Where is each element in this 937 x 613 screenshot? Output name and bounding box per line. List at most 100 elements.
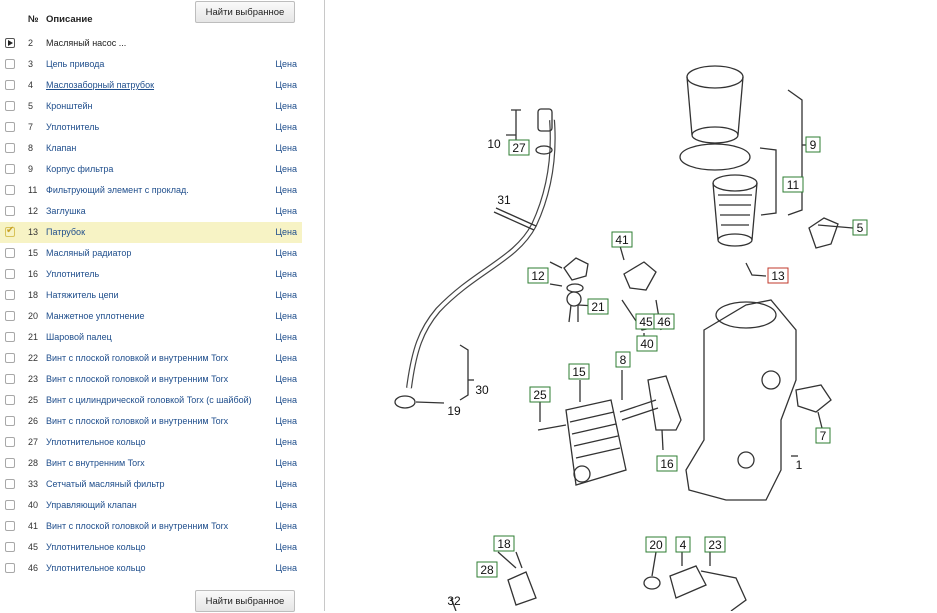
row-description-link[interactable]: Винт с внутренним Torx <box>46 458 145 468</box>
table-row[interactable]: 27 Уплотнительное кольцо Цена <box>0 432 302 453</box>
row-description-link[interactable]: Кронштейн <box>46 101 92 111</box>
row-price-link[interactable]: Цена <box>275 332 297 342</box>
row-checkbox[interactable] <box>5 290 15 300</box>
row-price-link[interactable]: Цена <box>275 500 297 510</box>
row-checkbox[interactable] <box>5 395 15 405</box>
row-checkbox[interactable] <box>5 458 15 468</box>
callout-number[interactable]: 40 <box>640 337 654 351</box>
callout-number[interactable]: 18 <box>497 537 511 551</box>
callout-number[interactable]: 32 <box>447 594 461 608</box>
row-price-link[interactable]: Цена <box>275 479 297 489</box>
table-row[interactable]: 15 Масляный радиатор Цена <box>0 243 302 264</box>
table-row[interactable]: 46 Уплотнительное кольцо Цена <box>0 558 302 579</box>
row-description-link[interactable]: Винт с плоской головкой и внутренним Tor… <box>46 374 228 384</box>
row-checkbox[interactable] <box>5 59 15 69</box>
row-description-link[interactable]: Цепь привода <box>46 59 104 69</box>
callout-number[interactable]: 28 <box>480 563 494 577</box>
row-description-link[interactable]: Маслозаборный патрубок <box>46 80 154 90</box>
row-checkbox[interactable] <box>5 479 15 489</box>
row-description-link[interactable]: Шаровой палец <box>46 332 112 342</box>
row-checkbox[interactable] <box>5 122 15 132</box>
row-checkbox[interactable] <box>5 101 15 111</box>
row-price-link[interactable]: Цена <box>275 542 297 552</box>
row-description-link[interactable]: Уплотнительное кольцо <box>46 437 145 447</box>
row-price-link[interactable]: Цена <box>275 80 297 90</box>
row-price-link[interactable]: Цена <box>275 416 297 426</box>
callout-number[interactable]: 23 <box>708 538 722 552</box>
callout-number[interactable]: 41 <box>615 233 629 247</box>
table-row[interactable]: 8 Клапан Цена <box>0 138 302 159</box>
row-price-link[interactable]: Цена <box>275 458 297 468</box>
callout-number[interactable]: 1 <box>796 458 803 472</box>
callout-number[interactable]: 7 <box>820 429 827 443</box>
row-description-link[interactable]: Фильтрующий элемент с проклад. <box>46 185 189 195</box>
table-row[interactable]: 12 Заглушка Цена <box>0 201 302 222</box>
row-price-link[interactable]: Цена <box>275 206 297 216</box>
row-price-link[interactable]: Цена <box>275 353 297 363</box>
row-description-link[interactable]: Патрубок <box>46 227 85 237</box>
row-checkbox[interactable] <box>5 563 15 573</box>
row-description-link[interactable]: Винт с плоской головкой и внутренним Tor… <box>46 353 228 363</box>
row-description-link[interactable]: Управляющий клапан <box>46 500 137 510</box>
row-checkbox[interactable] <box>5 206 15 216</box>
table-row[interactable]: 5 Кронштейн Цена <box>0 96 302 117</box>
row-price-link[interactable]: Цена <box>275 248 297 258</box>
row-checkbox[interactable] <box>5 164 15 174</box>
table-row[interactable]: 40 Управляющий клапан Цена <box>0 495 302 516</box>
row-price-link[interactable]: Цена <box>275 185 297 195</box>
row-checkbox[interactable] <box>5 500 15 510</box>
row-description-link[interactable]: Уплотнительное кольцо <box>46 542 145 552</box>
table-row[interactable]: 41 Винт с плоской головкой и внутренним T… <box>0 516 302 537</box>
row-checkbox[interactable] <box>5 185 15 195</box>
row-price-link[interactable]: Цена <box>275 269 297 279</box>
row-description-link[interactable]: Заглушка <box>46 206 86 216</box>
row-checkbox[interactable] <box>5 542 15 552</box>
table-row[interactable]: 7 Уплотнитель Цена <box>0 117 302 138</box>
table-row[interactable]: 11 Фильтрующий элемент с проклад. Цена <box>0 180 302 201</box>
row-description-link[interactable]: Уплотнительное кольцо <box>46 563 145 573</box>
row-description-link[interactable]: Винт с цилиндрической головкой Torx (с ш… <box>46 395 252 405</box>
row-checkbox[interactable] <box>5 143 15 153</box>
table-row[interactable]: 4 Маслозаборный патрубок Цена <box>0 75 302 96</box>
table-row[interactable]: 9 Корпус фильтра Цена <box>0 159 302 180</box>
callout-number[interactable]: 8 <box>620 353 627 367</box>
row-price-link[interactable]: Цена <box>275 437 297 447</box>
callout-number[interactable]: 19 <box>447 404 461 418</box>
callout-number[interactable]: 20 <box>649 538 663 552</box>
row-checkbox[interactable] <box>5 269 15 279</box>
callout-number[interactable]: 31 <box>497 193 511 207</box>
row-price-link[interactable]: Цена <box>275 563 297 573</box>
row-description-link[interactable]: Винт с плоской головкой и внутренним Tor… <box>46 416 228 426</box>
row-description-link[interactable]: Уплотнитель <box>46 122 99 132</box>
callout-number[interactable]: 46 <box>657 315 671 329</box>
row-description-link[interactable]: Клапан <box>46 143 76 153</box>
callout-number[interactable]: 16 <box>660 457 674 471</box>
callout-number[interactable]: 11 <box>787 178 800 192</box>
row-price-link[interactable]: Цена <box>275 374 297 384</box>
table-row[interactable]: 33 Сетчатый масляный фильтр Цена <box>0 474 302 495</box>
callout-number[interactable]: 15 <box>572 365 586 379</box>
callout-number[interactable]: 4 <box>680 538 687 552</box>
row-checkbox[interactable] <box>5 248 15 258</box>
row-checkbox[interactable] <box>5 311 15 321</box>
table-row[interactable]: 18 Натяжитель цепи Цена <box>0 285 302 306</box>
table-row[interactable]: 45 Уплотнительное кольцо Цена <box>0 537 302 558</box>
row-description-link[interactable]: Манжетное уплотнение <box>46 311 145 321</box>
row-checkbox[interactable] <box>5 353 15 363</box>
table-row[interactable]: 26 Винт с плоской головкой и внутренним T… <box>0 411 302 432</box>
row-price-link[interactable]: Цена <box>275 395 297 405</box>
table-row[interactable]: 21 Шаровой палец Цена <box>0 327 302 348</box>
callout-number[interactable]: 25 <box>533 388 547 402</box>
callout-number[interactable]: 5 <box>857 221 864 235</box>
table-row[interactable]: 2 Масляный насос ... <box>0 33 302 54</box>
row-price-link[interactable]: Цена <box>275 521 297 531</box>
row-description-link[interactable]: Уплотнитель <box>46 269 99 279</box>
row-description-link[interactable]: Корпус фильтра <box>46 164 113 174</box>
callout-number[interactable]: 12 <box>531 269 545 283</box>
row-price-link[interactable]: Цена <box>275 143 297 153</box>
row-checkbox[interactable] <box>5 80 15 90</box>
table-row[interactable]: 16 Уплотнитель Цена <box>0 264 302 285</box>
table-row[interactable]: 3 Цепь привода Цена <box>0 54 302 75</box>
row-price-link[interactable]: Цена <box>275 311 297 321</box>
row-checkbox[interactable] <box>5 521 15 531</box>
